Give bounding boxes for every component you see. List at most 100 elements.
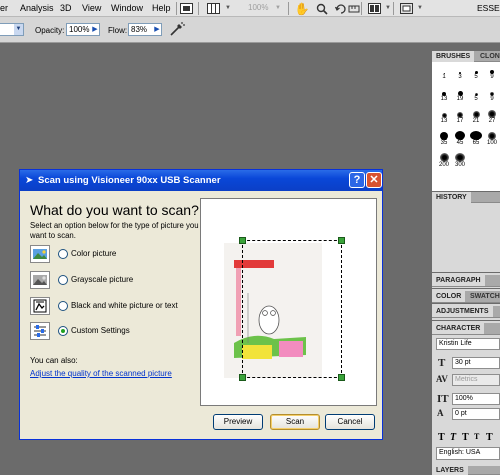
selection-handle-top-left[interactable] — [239, 237, 246, 244]
preview-button[interactable]: Preview — [213, 414, 263, 430]
black-white-radio[interactable] — [58, 301, 68, 311]
arrange-documents-icon[interactable] — [366, 1, 382, 16]
chevron-down-icon: ▼ — [14, 24, 23, 35]
scan-preview-area[interactable] — [200, 198, 377, 406]
tab-brushes[interactable]: BRUSHES — [432, 51, 475, 62]
brush-size-label: 45 — [456, 140, 464, 146]
small-caps-icon[interactable]: T — [474, 432, 479, 441]
help-button[interactable]: ? — [349, 172, 365, 188]
selection-handle-bottom-right[interactable] — [338, 374, 345, 381]
option-grayscale-picture[interactable]: Grayscale picture — [30, 271, 210, 289]
grayscale-picture-icon[interactable] — [30, 271, 50, 289]
language-field[interactable]: English: USA — [436, 447, 500, 460]
brush-preset[interactable]: 100 — [484, 131, 500, 147]
screen-mode-icon[interactable] — [398, 1, 414, 16]
tab-swatches[interactable]: SWATCH — [466, 291, 500, 302]
dialog-title-bar[interactable]: ➤ Scan using Visioneer 90xx USB Scanner … — [20, 170, 382, 191]
custom-settings-icon[interactable] — [30, 322, 50, 340]
brush-preset[interactable]: 35 — [436, 131, 452, 147]
brush-preset[interactable]: 1 — [436, 65, 452, 81]
tab-color[interactable]: COLOR — [432, 291, 466, 302]
tab-adjustments[interactable]: ADJUSTMENTS — [432, 306, 493, 317]
grayscale-picture-label[interactable]: Grayscale picture — [71, 275, 133, 284]
brush-tip-icon — [470, 131, 482, 140]
brush-tip-icon — [455, 153, 465, 162]
brush-preset[interactable]: 13 — [436, 87, 452, 103]
opacity-slider-arrow-icon[interactable]: ▶ — [91, 23, 99, 36]
brush-preset[interactable]: 5 — [468, 65, 484, 81]
font-size-icon: T — [438, 357, 446, 369]
black-white-picture-icon[interactable] — [30, 297, 50, 315]
brush-preset[interactable]: 200 — [436, 153, 452, 169]
menu-item-window[interactable]: Window — [111, 3, 143, 13]
zoom-tool-icon[interactable] — [314, 1, 330, 16]
ruler-icon[interactable] — [346, 1, 362, 16]
brush-size-label: 13 — [440, 118, 448, 124]
brush-preset[interactable]: 13 — [436, 109, 452, 125]
all-caps-icon[interactable]: T — [462, 432, 469, 443]
brush-size-label: 13 — [440, 96, 448, 102]
tab-clone-source[interactable]: CLONE — [476, 51, 500, 62]
grid-view-icon[interactable] — [205, 1, 221, 16]
faux-italic-icon[interactable]: T — [450, 432, 456, 443]
menu-item-3d[interactable]: 3D — [60, 3, 72, 13]
chevron-down-icon[interactable]: ▼ — [385, 5, 391, 11]
brush-preset[interactable]: 45 — [452, 131, 468, 147]
brush-preset[interactable]: 5 — [468, 87, 484, 103]
workspace-switcher[interactable]: ESSE — [477, 3, 500, 13]
flow-slider-arrow-icon[interactable]: ▶ — [153, 23, 161, 36]
zoom-level[interactable]: 100% — [248, 3, 268, 12]
brush-preset[interactable]: 300 — [452, 153, 468, 169]
mode-dropdown[interactable]: ▼ — [0, 23, 24, 36]
baseline-shift-field[interactable]: 0 pt — [452, 408, 500, 420]
color-picture-icon[interactable] — [30, 245, 50, 263]
chevron-down-icon: ▼ — [275, 5, 281, 11]
scan-selection-box[interactable] — [242, 240, 342, 378]
hand-tool-icon[interactable]: ✋ — [294, 1, 310, 16]
brush-preset[interactable]: 17 — [452, 109, 468, 125]
selection-handle-bottom-left[interactable] — [239, 374, 246, 381]
color-picture-radio[interactable] — [58, 249, 68, 259]
brush-preset[interactable]: 3 — [452, 65, 468, 81]
option-custom-settings[interactable]: Custom Settings — [30, 322, 210, 340]
brush-preset[interactable]: 9 — [484, 65, 500, 81]
menu-item-analysis[interactable]: Analysis — [20, 3, 54, 13]
option-black-white[interactable]: Black and white picture or text — [30, 297, 210, 315]
font-size-field[interactable]: 30 pt — [452, 357, 500, 369]
tab-layers[interactable]: LAYERS — [432, 466, 468, 475]
vertical-scale-field[interactable]: 100% — [452, 393, 500, 405]
bridge-icon[interactable] — [178, 1, 194, 16]
airbrush-icon[interactable] — [168, 21, 186, 39]
color-picture-label[interactable]: Color picture — [71, 249, 116, 258]
menu-item-view[interactable]: View — [82, 3, 101, 13]
scan-button[interactable]: Scan — [270, 414, 320, 430]
faux-bold-icon[interactable]: T — [438, 432, 445, 443]
black-white-label[interactable]: Black and white picture or text — [71, 301, 178, 310]
dialog-heading: What do you want to scan? — [30, 202, 199, 218]
chevron-down-icon[interactable]: ▼ — [225, 5, 231, 11]
kerning-field[interactable]: Metrics — [452, 374, 500, 386]
selection-handle-top-right[interactable] — [338, 237, 345, 244]
brush-preset[interactable]: 27 — [484, 109, 500, 125]
close-button[interactable]: ✕ — [366, 172, 382, 188]
brush-preset[interactable]: 65 — [468, 131, 484, 147]
cancel-button[interactable]: Cancel — [325, 414, 375, 430]
chevron-down-icon[interactable]: ▼ — [417, 5, 423, 11]
dialog-title: Scan using Visioneer 90xx USB Scanner — [38, 175, 221, 186]
brush-preset[interactable]: 19 — [452, 87, 468, 103]
superscript-icon[interactable]: T — [486, 432, 493, 443]
custom-settings-radio[interactable] — [58, 326, 68, 336]
custom-settings-label[interactable]: Custom Settings — [71, 326, 130, 335]
option-color-picture[interactable]: Color picture — [30, 245, 210, 263]
font-family-field[interactable]: Kristin Life — [436, 338, 500, 350]
menu-item-filter[interactable]: er — [0, 3, 8, 13]
menu-item-help[interactable]: Help — [152, 3, 171, 13]
brush-preset[interactable]: 9 — [484, 87, 500, 103]
tab-paragraph[interactable]: PARAGRAPH — [432, 275, 485, 286]
brush-preset[interactable]: 21 — [468, 109, 484, 125]
brush-tip-icon — [472, 111, 480, 118]
tab-character[interactable]: CHARACTER — [432, 323, 485, 334]
grayscale-picture-radio[interactable] — [58, 275, 68, 285]
tab-history[interactable]: HISTORY — [432, 192, 471, 203]
adjust-quality-link[interactable]: Adjust the quality of the scanned pictur… — [30, 369, 172, 378]
